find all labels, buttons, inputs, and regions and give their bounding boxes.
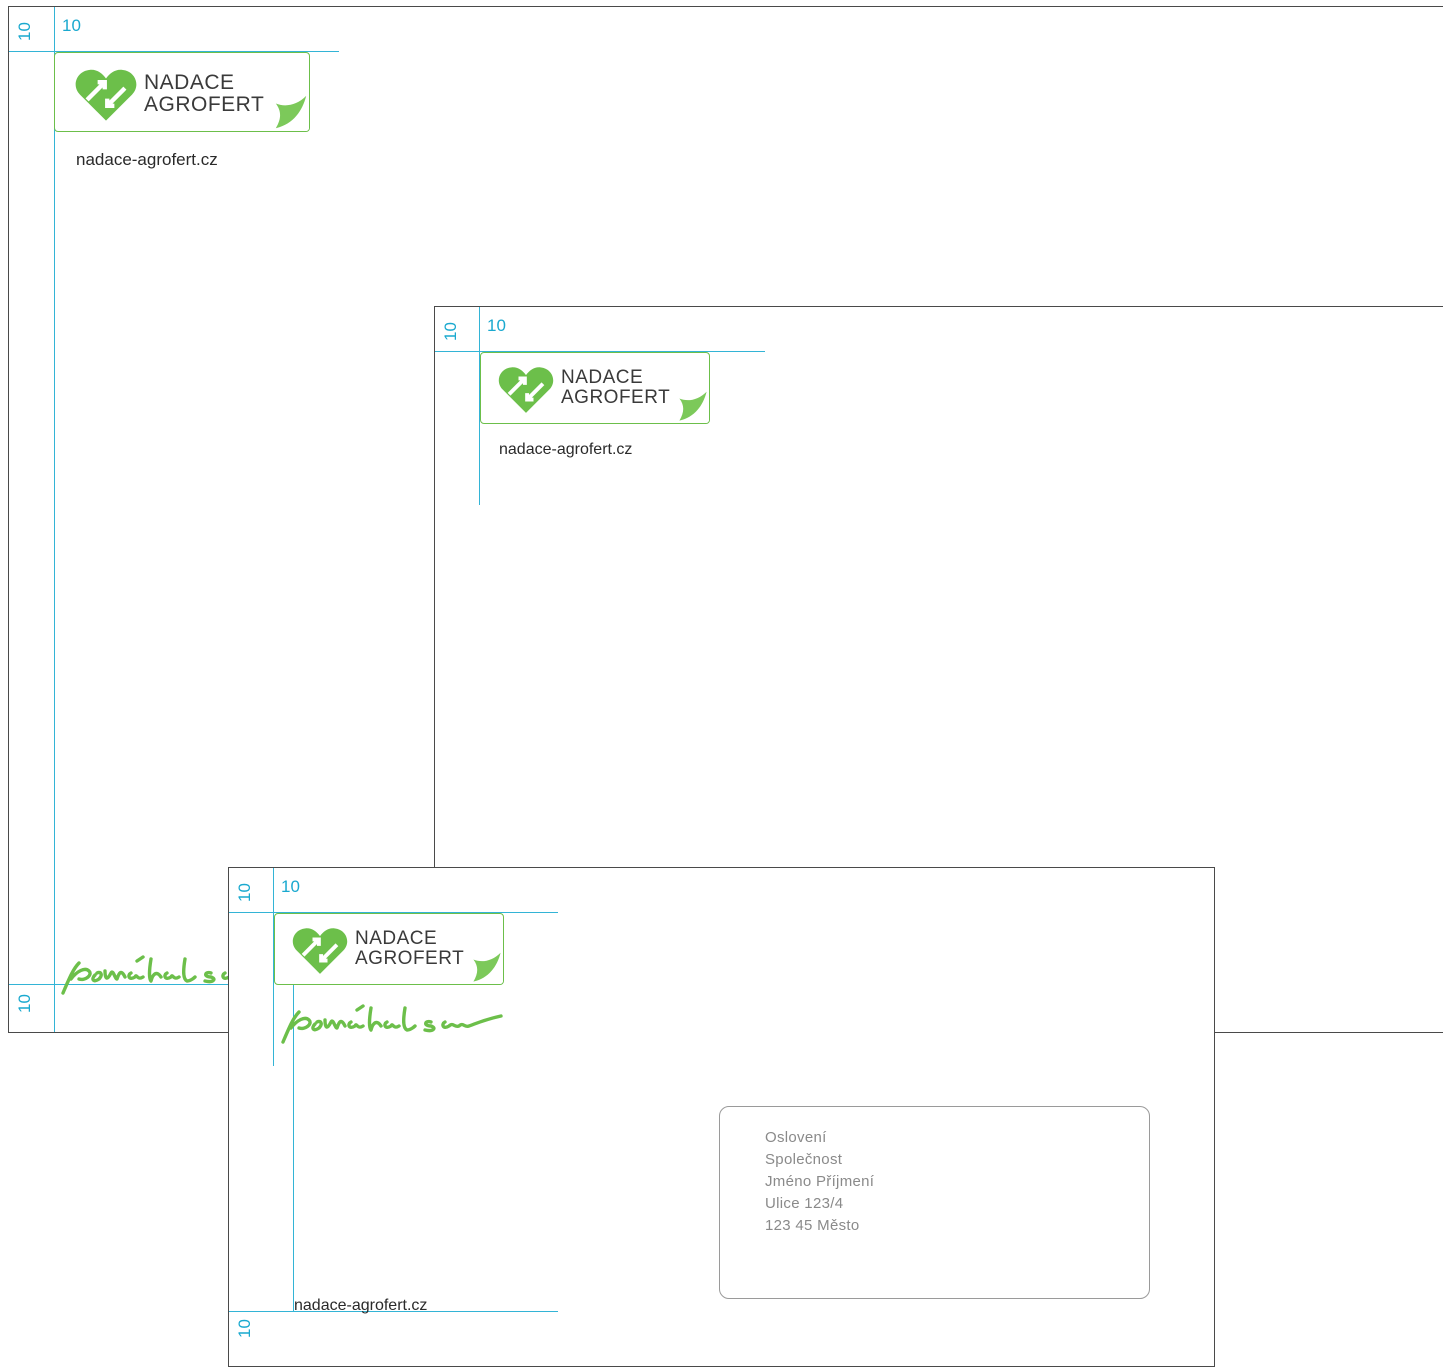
website-url: nadace-agrofert.cz: [499, 441, 633, 458]
logo-wordmark: NADACE AGROFERT: [561, 368, 670, 408]
dimension-label-bottom: 10: [234, 1319, 254, 1338]
address-block: Oslovení Společnost Jméno Příjmení Ulice…: [765, 1127, 874, 1237]
address-city: 123 45 Město: [765, 1217, 860, 1234]
logo-line-1: NADACE: [355, 928, 438, 949]
heart-arrow-icon: [498, 367, 554, 413]
address-company: Společnost: [765, 1151, 843, 1168]
heart-arrow-icon: [75, 69, 137, 121]
dimension-label-left: 10: [14, 22, 34, 41]
heart-arrow-icon: [292, 928, 348, 974]
brand-logo: NADACE AGROFERT: [274, 913, 504, 985]
dimension-label-left: 10: [440, 322, 460, 341]
website-url: nadace-agrofert.cz: [76, 150, 218, 169]
dimension-label-top: 10: [487, 316, 506, 335]
envelope-sheet: 10 10 10 NADACE AGROFERT nadace-agrofert…: [228, 867, 1215, 1367]
slogan-signature: [281, 1004, 503, 1044]
dimension-label-bottom: 10: [14, 994, 34, 1013]
logo-line-1: NADACE: [561, 367, 644, 388]
logo-line-2: AGROFERT: [561, 386, 671, 408]
page-curl-icon: [472, 952, 503, 984]
logo-wordmark: NADACE AGROFERT: [355, 929, 464, 969]
logo-wordmark: NADACE AGROFERT: [144, 71, 265, 117]
logo-line-1: NADACE: [144, 71, 235, 94]
logo-line-2: AGROFERT: [355, 947, 465, 969]
brand-logo: NADACE AGROFERT: [54, 52, 310, 132]
address-street: Ulice 123/4: [765, 1195, 844, 1212]
website-url: nadace-agrofert.cz: [294, 1297, 428, 1314]
dimension-label-top: 10: [281, 877, 300, 896]
brand-logo: NADACE AGROFERT: [480, 352, 710, 424]
dimension-label-left: 10: [234, 883, 254, 902]
logo-line-2: AGROFERT: [144, 93, 265, 117]
page-curl-icon: [274, 95, 309, 131]
content-guide-left: [293, 932, 294, 1312]
address-name: Jméno Příjmení: [765, 1173, 875, 1190]
address-window: Oslovení Společnost Jméno Příjmení Ulice…: [719, 1106, 1150, 1299]
dimension-label-top: 10: [62, 16, 81, 35]
page-curl-icon: [678, 391, 709, 423]
margin-guide-left: [54, 7, 55, 1032]
address-salutation: Oslovení: [765, 1129, 827, 1146]
